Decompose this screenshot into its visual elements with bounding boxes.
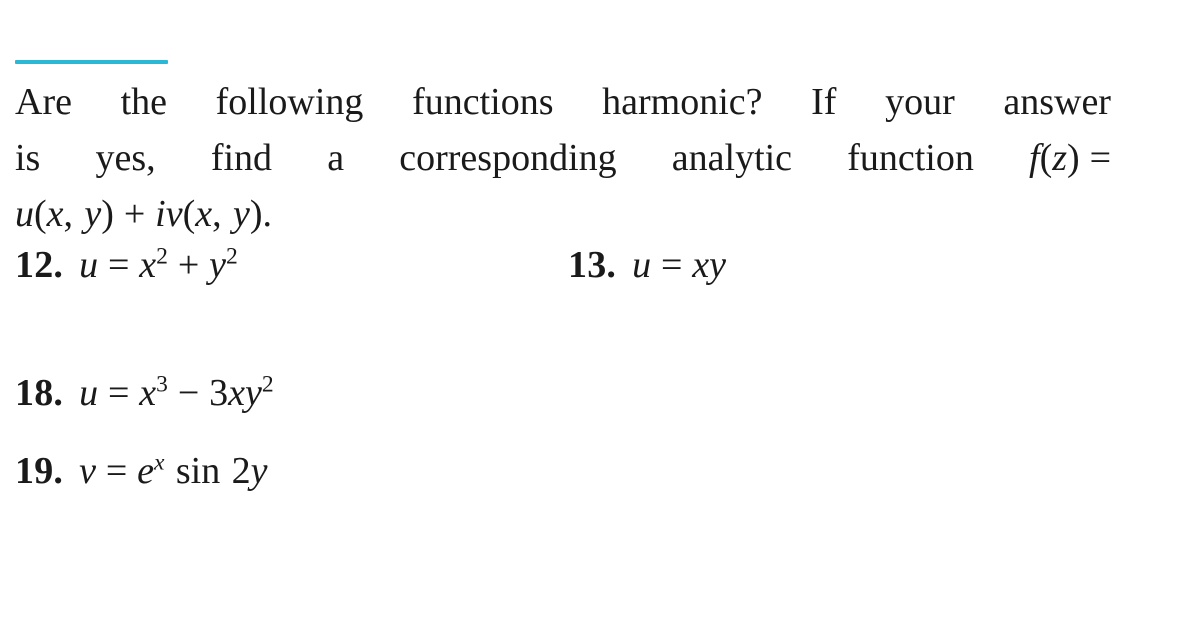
var-v: v	[165, 193, 183, 235]
rparen: )	[249, 193, 263, 235]
exercise-19[interactable]: 19. v = ex sin 2y	[15, 449, 268, 492]
document-page: Are the following functions harmonic? If…	[0, 0, 1194, 640]
word: is	[15, 137, 41, 179]
var-u: u	[79, 244, 99, 286]
var-e: e	[137, 450, 155, 492]
plus-sign: +	[123, 193, 146, 235]
comma: ,	[63, 193, 74, 235]
exercise-18[interactable]: 18. u = x3−3xy2	[15, 371, 274, 414]
exercise-number: 13.	[568, 244, 617, 286]
word: harmonic?	[602, 81, 763, 123]
var-y: y	[250, 450, 268, 492]
exponent: 2	[156, 243, 168, 270]
var-u: u	[632, 244, 652, 286]
lparen: (	[182, 193, 196, 235]
equals-sign: =	[660, 244, 683, 286]
var-x: x	[46, 193, 64, 235]
word: analytic	[671, 137, 793, 179]
plus-sign: +	[177, 244, 200, 286]
exponent: 2	[261, 371, 274, 398]
math-fz-equals: f(z) =	[1029, 130, 1111, 186]
word: If	[811, 81, 837, 123]
var-u: u	[79, 372, 99, 414]
lparen: (	[1039, 137, 1053, 179]
exercise-expression: u = x2 + y2	[79, 243, 238, 286]
period: .	[262, 193, 273, 235]
equals-sign: =	[107, 244, 130, 286]
exponent: 2	[226, 243, 238, 270]
var-y: y	[209, 244, 227, 286]
exercise-expression: v = ex sin 2y	[79, 449, 268, 492]
word: following	[215, 81, 364, 123]
word: function	[847, 137, 974, 179]
word: your	[885, 81, 955, 123]
lparen: (	[34, 193, 47, 235]
sin-function: sin	[175, 450, 221, 492]
var-xy: xy	[228, 372, 262, 414]
accent-rule	[15, 60, 168, 64]
comma: ,	[212, 193, 222, 235]
var-x: x	[139, 244, 157, 286]
var-x: x	[139, 372, 157, 414]
var-u: u	[15, 193, 34, 235]
exercise-12[interactable]: 12. u = x2 + y2	[15, 243, 238, 286]
rparen: )	[101, 193, 114, 235]
minus-sign: −	[177, 372, 200, 414]
word: corresponding	[399, 137, 617, 179]
word: functions	[412, 81, 554, 123]
instruction-line-3: u(x, y) + iv(x, y).	[15, 186, 1111, 242]
var-i: i	[155, 193, 166, 235]
exponent: 3	[156, 371, 168, 398]
exercise-13[interactable]: 13. u = xy	[568, 246, 726, 284]
equals-sign: =	[105, 450, 128, 492]
var-y: y	[84, 193, 102, 235]
word: find	[210, 137, 273, 179]
coefficient: 2	[231, 450, 251, 492]
exponent: x	[154, 449, 165, 476]
instruction-line-1: Are the following functions harmonic? If…	[15, 74, 1111, 130]
word: answer	[1003, 81, 1111, 123]
equals-sign: =	[107, 372, 130, 414]
exercise-number: 19.	[15, 450, 64, 492]
word: a	[327, 137, 345, 179]
var-xy: xy	[692, 244, 727, 286]
equals-sign: =	[1089, 137, 1111, 179]
coefficient: 3	[209, 372, 229, 414]
var-z: z	[1052, 137, 1068, 179]
word: the	[120, 81, 168, 123]
exercise-expression: u = x3−3xy2	[79, 371, 274, 414]
exercise-number: 12.	[15, 244, 64, 286]
instruction-paragraph: Are the following functions harmonic? If…	[15, 74, 1111, 242]
var-f: f	[1029, 137, 1040, 179]
instruction-line-2: is yes, find a corresponding analytic fu…	[15, 130, 1111, 186]
var-v: v	[79, 450, 96, 492]
exercise-expression: u = xy	[632, 246, 726, 284]
exercise-number: 18.	[15, 372, 64, 414]
var-y: y	[233, 193, 250, 235]
word: Are	[15, 81, 72, 123]
word: yes,	[95, 137, 156, 179]
var-x: x	[195, 193, 213, 235]
rparen: )	[1067, 137, 1080, 179]
